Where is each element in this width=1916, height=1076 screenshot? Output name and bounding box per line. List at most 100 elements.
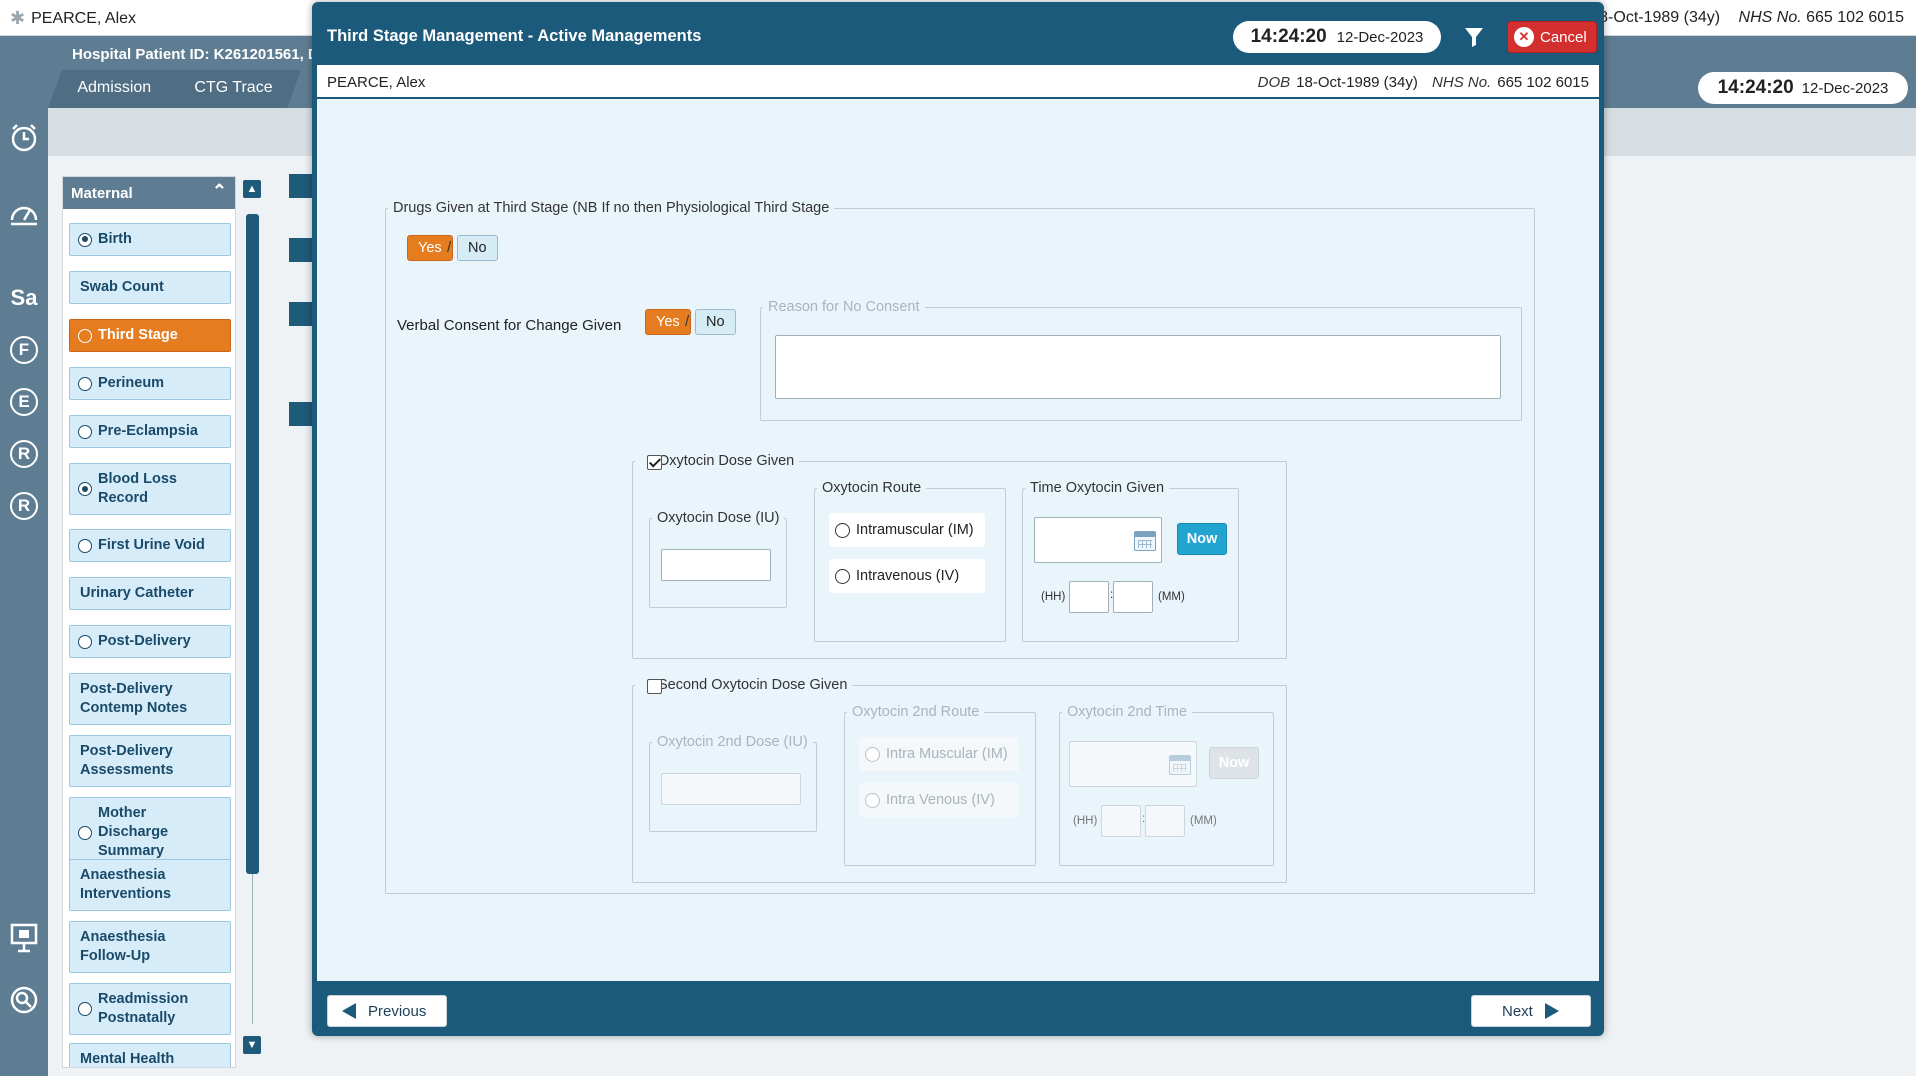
nav-item-readmission-postnatally[interactable]: Readmission Postnatally	[69, 983, 231, 1035]
nav-item-anaesthesia-interventions[interactable]: Anaesthesia Interventions	[69, 859, 231, 911]
separator-slash: /	[447, 239, 452, 256]
modal-patient-bar: PEARCE, Alex DOB 18-Oct-1989 (34y) NHS No…	[317, 65, 1599, 99]
scroll-down-icon[interactable]: ▼	[243, 1036, 261, 1054]
radio-empty-icon	[78, 825, 92, 840]
nav-item-post-delivery-contemp-notes[interactable]: Post-Delivery Contemp Notes	[69, 673, 231, 725]
patient-name: PEARCE, Alex	[31, 9, 137, 27]
nav-item-perineum[interactable]: Perineum	[69, 367, 231, 400]
oxytocin-2nd-hour-input[interactable]	[1101, 805, 1141, 837]
radio-empty-icon	[835, 568, 850, 584]
next-button[interactable]: Next	[1471, 995, 1591, 1027]
rail-letter-r[interactable]: R	[10, 440, 38, 468]
now-button[interactable]: Now	[1177, 523, 1227, 555]
radio-empty-icon	[865, 792, 880, 808]
filter-funnel-icon[interactable]	[1463, 25, 1485, 49]
favorite-star-icon[interactable]: ✱	[10, 8, 25, 29]
cancel-button[interactable]: ✕ Cancel	[1507, 21, 1597, 53]
drugs-given-no-button[interactable]: No	[457, 235, 498, 261]
second-oxytocin-checkbox[interactable]	[647, 679, 662, 694]
rail-letter-e[interactable]: E	[10, 388, 38, 416]
tab-ctg-trace[interactable]: CTG Trace	[165, 70, 302, 108]
radio-empty-icon	[78, 424, 92, 439]
radio-empty-icon	[78, 328, 92, 343]
nav-item-first-urine-void[interactable]: First Urine Void	[69, 529, 231, 562]
oxytocin-dose-input[interactable]	[661, 549, 771, 581]
radio-empty-icon	[78, 376, 92, 391]
radio-empty-icon	[78, 538, 92, 553]
verbal-consent-label: Verbal Consent for Change Given	[397, 317, 622, 334]
nav-item-third-stage[interactable]: Third Stage	[69, 319, 231, 352]
radio-empty-icon	[835, 522, 850, 538]
modal-footer: Previous Next	[317, 981, 1599, 1031]
verbal-consent-no-button[interactable]: No	[695, 309, 736, 335]
oxytocin-minute-input[interactable]	[1113, 581, 1153, 613]
nav-item-swab-count[interactable]: Swab Count	[69, 271, 231, 304]
alarm-clock-icon[interactable]	[6, 120, 42, 156]
close-circle-icon: ✕	[1514, 27, 1534, 47]
patient-header: ✱ PEARCE, Alex	[10, 8, 136, 29]
nav-item-mother-discharge-summary[interactable]: Mother Discharge Summary	[69, 797, 231, 868]
scroll-up-icon[interactable]: ▲	[243, 180, 261, 198]
modal-header: Third Stage Management - Active Manageme…	[317, 7, 1599, 65]
nav-item-blood-loss-record[interactable]: Blood Loss Record	[69, 463, 231, 515]
left-rail: Sa F E R R	[0, 108, 48, 1076]
nav-item-mental-health[interactable]: Mental Health	[69, 1043, 231, 1067]
rail-letter-sa[interactable]: Sa	[6, 280, 42, 316]
patient-identifiers: DOB 18-Oct-1989 (34y) NHS No. 665 102 6015	[1257, 74, 1589, 91]
scroll-track-line	[252, 874, 253, 1024]
second-oxytocin-legend: Second Oxytocin Dose Given	[658, 677, 848, 693]
drugs-given-yes-button[interactable]: Yes	[407, 235, 453, 261]
chevron-up-icon[interactable]: ⌃	[212, 181, 227, 202]
clock-date: 12-Dec-2023	[1336, 28, 1424, 46]
second-route-intravenous-radio[interactable]: Intra Venous (IV)	[859, 783, 1019, 817]
background-panel-header	[289, 174, 313, 198]
nav-scrollbar[interactable]: ▲ ▼	[243, 180, 261, 1054]
radio-empty-icon	[78, 1002, 92, 1016]
rail-letter-f[interactable]: F	[10, 336, 38, 364]
rail-letter-r-2[interactable]: R	[10, 492, 38, 520]
search-magnifier-icon[interactable]	[6, 982, 42, 1018]
route-intramuscular-radio[interactable]: Intramuscular (IM)	[829, 513, 985, 547]
dashboard-gauge-icon[interactable]	[6, 196, 42, 232]
hospital-patient-id: Hospital Patient ID: K261201561, De	[72, 46, 328, 63]
radio-empty-icon	[78, 634, 92, 649]
radio-filled-icon	[78, 482, 92, 496]
second-route-intramuscular-radio[interactable]: Intra Muscular (IM)	[859, 737, 1019, 771]
nav-item-post-delivery[interactable]: Post-Delivery	[69, 625, 231, 658]
oxytocin-dose-given-checkbox[interactable]	[647, 455, 662, 470]
patient-name: PEARCE, Alex	[327, 74, 426, 91]
scroll-thumb[interactable]	[246, 214, 259, 874]
verbal-consent-yes-button[interactable]: Yes	[645, 309, 691, 335]
nav-item-birth[interactable]: Birth	[69, 223, 231, 256]
calendar-icon[interactable]	[1169, 755, 1191, 775]
drugs-given-legend: Drugs Given at Third Stage (NB If no the…	[393, 200, 830, 216]
route-intravenous-radio[interactable]: Intravenous (IV)	[829, 559, 985, 593]
oxytocin-hour-input[interactable]	[1069, 581, 1109, 613]
tab-admission[interactable]: Admission	[48, 70, 180, 108]
clock-time: 14:24:20	[1250, 26, 1327, 47]
previous-button[interactable]: Previous	[327, 995, 447, 1027]
background-clock: 14:24:20 12-Dec-2023	[1698, 72, 1908, 104]
nav-item-anaesthesia-follow-up[interactable]: Anaesthesia Follow-Up	[69, 921, 231, 973]
nav-item-pre-eclampsia[interactable]: Pre-Eclampsia	[69, 415, 231, 448]
background-panel-header	[289, 402, 313, 426]
radio-filled-icon	[78, 232, 92, 247]
background-panel-header	[289, 302, 313, 326]
background-panel-header	[289, 238, 313, 262]
third-stage-modal: Third Stage Management - Active Manageme…	[312, 2, 1604, 1036]
oxytocin-2nd-dose-input[interactable]	[661, 773, 801, 805]
arrow-right-icon	[1544, 1003, 1559, 1019]
maternal-section-header[interactable]: Maternal ⌃	[63, 177, 235, 209]
modal-title: Third Stage Management - Active Manageme…	[327, 27, 702, 45]
calendar-icon[interactable]	[1134, 531, 1156, 551]
reason-no-consent-legend: Reason for No Consent	[768, 299, 920, 315]
oxytocin-2nd-minute-input[interactable]	[1145, 805, 1185, 837]
maternal-nav-panel: Maternal ⌃ Birth Swab Count Third Stage …	[62, 176, 236, 1068]
patient-demographics: 18-Oct-1989 (34y) NHS No. 665 102 6015	[1590, 9, 1904, 26]
nav-item-urinary-catheter[interactable]: Urinary Catheter	[69, 577, 231, 610]
presentation-board-icon[interactable]	[6, 920, 42, 956]
separator-slash: /	[685, 313, 690, 330]
now-2nd-button[interactable]: Now	[1209, 747, 1259, 779]
reason-no-consent-textarea[interactable]	[775, 335, 1501, 399]
nav-item-post-delivery-assessments[interactable]: Post-Delivery Assessments	[69, 735, 231, 787]
